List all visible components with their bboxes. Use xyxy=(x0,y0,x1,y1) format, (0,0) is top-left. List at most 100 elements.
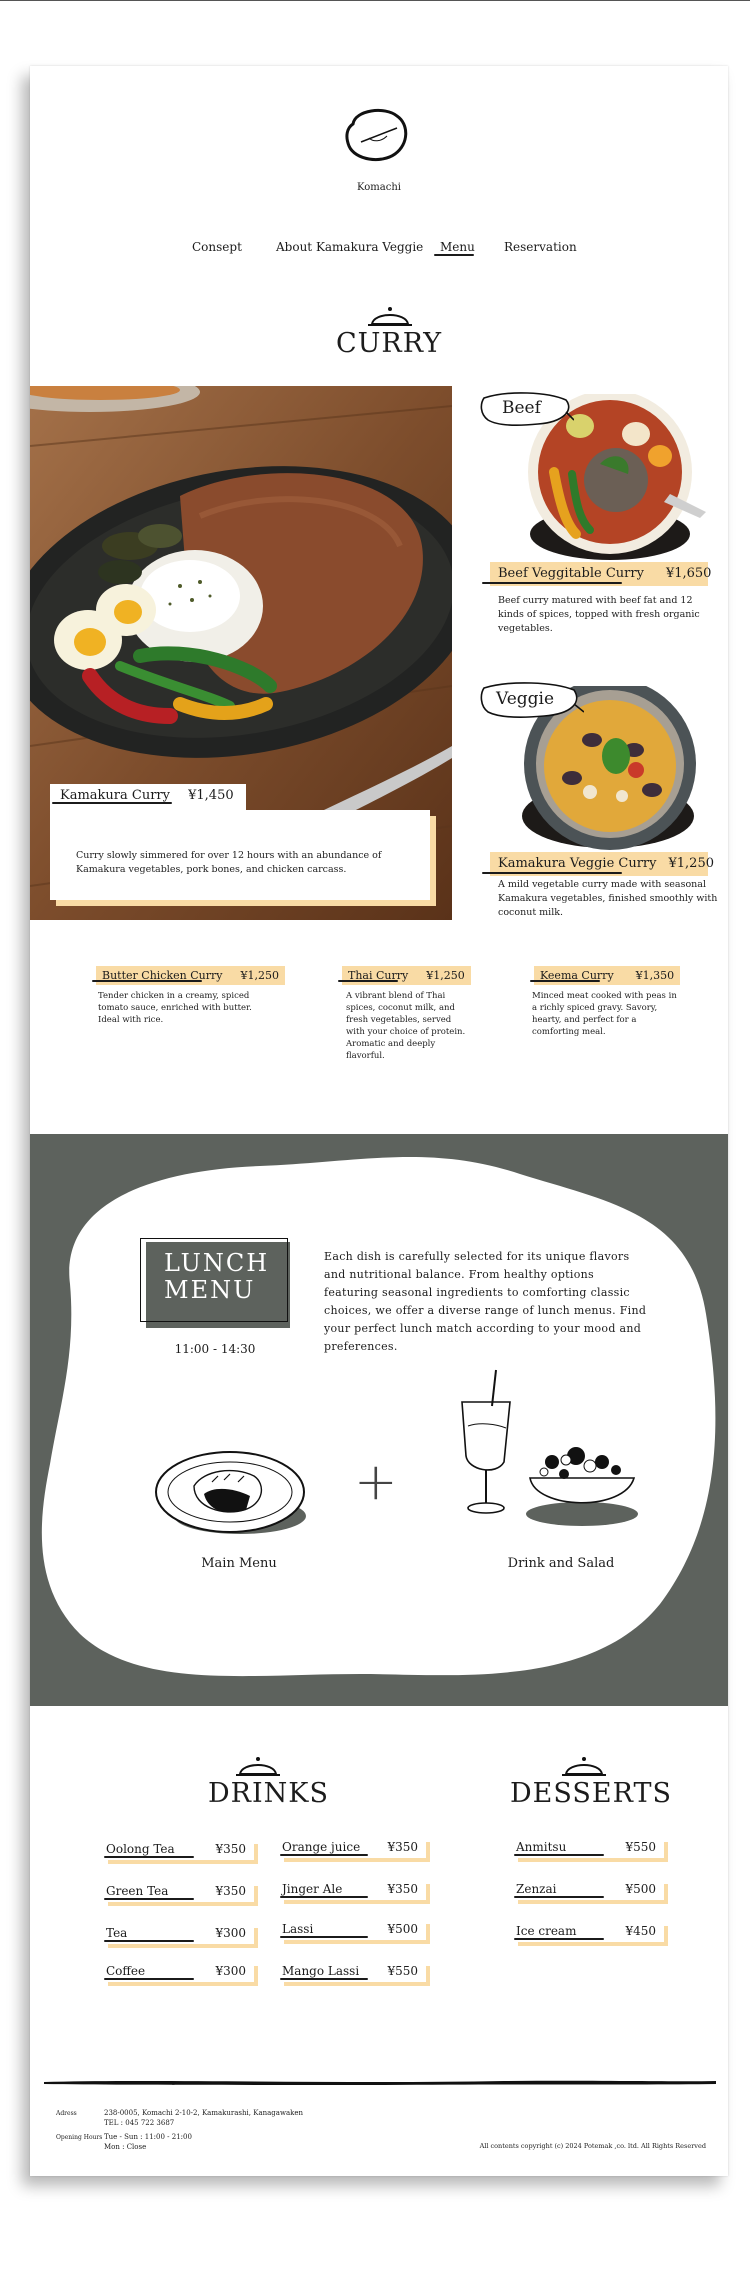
veggie-underline xyxy=(482,872,622,874)
nav-reservation[interactable]: Reservation xyxy=(504,240,577,254)
top-border xyxy=(0,0,750,1)
butter-chicken-description: Tender chicken in a creamy, spiced tomat… xyxy=(98,991,252,1025)
veggie-curry-description: A mild vegetable curry made with seasona… xyxy=(498,879,718,918)
brand-name: Komachi xyxy=(357,182,401,193)
hours-line2: Mon : Close xyxy=(104,2143,147,2151)
hours-line1: Tue - Sun : 11:00 - 21:00 xyxy=(104,2133,192,2141)
dessert-price: ¥450 xyxy=(625,1924,656,1938)
desserts-title: DESSERTS xyxy=(510,1778,671,1809)
featured-curry-name: Kamakura Curry xyxy=(60,788,170,803)
drink-name: Tea xyxy=(106,1926,128,1940)
drink-name: Coffee xyxy=(106,1964,146,1978)
beef-curry-description: Beef curry matured with beef fat and 12 … xyxy=(498,595,700,634)
nav-menu[interactable]: Menu xyxy=(440,240,475,254)
dessert-price: ¥500 xyxy=(625,1882,656,1896)
lunch-hours: 11:00 - 14:30 xyxy=(174,1342,256,1356)
drink-and-salad-sketch-icon xyxy=(461,1369,638,1526)
beef-tag-label: Beef xyxy=(502,398,541,418)
list-item: Oolong Tea ¥350 xyxy=(104,1840,258,1864)
list-item: Mango Lassi ¥550 xyxy=(280,1962,430,1986)
drink-name: Orange juice xyxy=(282,1840,361,1854)
thai-curry-price: ¥1,250 xyxy=(426,969,465,982)
nav-active-underline xyxy=(434,254,474,256)
drinks-title: DRINKS xyxy=(208,1778,328,1809)
thai-underline xyxy=(338,980,398,982)
logo-mark-icon xyxy=(345,108,408,162)
drink-price: ¥300 xyxy=(215,1964,246,1978)
drink-name: Mango Lassi xyxy=(282,1964,360,1978)
address-label: Adress xyxy=(56,2110,77,2117)
featured-name-tab: Kamakura Curry ¥1,450 xyxy=(50,784,246,810)
veggie-curry-price: ¥1,250 xyxy=(668,856,715,871)
drink-price: ¥500 xyxy=(387,1922,418,1936)
lunch-title-line2: MENU xyxy=(164,1276,256,1304)
thai-curry-description: A vibrant blend of Thai spices, coconut … xyxy=(346,991,466,1061)
list-item: Coffee ¥300 xyxy=(104,1962,258,1986)
drink-name: Lassi xyxy=(282,1922,314,1936)
page-frame: Komachi Consept About Kamakura Veggie Me… xyxy=(30,66,728,2176)
drink-price: ¥300 xyxy=(215,1926,246,1940)
drink-price: ¥350 xyxy=(215,1842,246,1856)
keema-curry-description: Minced meat cooked with peas in a richly… xyxy=(532,991,677,1037)
dessert-price: ¥550 xyxy=(625,1840,656,1854)
drink-name: Green Tea xyxy=(106,1884,169,1898)
drink-price: ¥550 xyxy=(387,1964,418,1978)
curry-title-text: CURRY xyxy=(335,328,443,359)
list-item: Orange juice ¥350 xyxy=(280,1838,430,1862)
list-item: Jinger Ale ¥350 xyxy=(280,1880,430,1904)
drink-name: Jinger Ale xyxy=(282,1882,343,1896)
address-line2: TEL : 045 722 3687 xyxy=(104,2119,175,2127)
drink-name: Oolong Tea xyxy=(106,1842,175,1856)
dessert-name: Ice cream xyxy=(516,1924,577,1938)
beef-underline xyxy=(482,582,622,584)
lunch-description: Each dish is carefully selected for its … xyxy=(324,1250,647,1353)
drinks-title-text: DRINKS xyxy=(208,1778,329,1809)
main-menu-label: Main Menu xyxy=(201,1556,277,1571)
featured-underline xyxy=(52,802,172,804)
featured-curry-price: ¥1,450 xyxy=(188,788,234,803)
hours: Tue - Sun : 11:00 - 21:00 Mon : Close xyxy=(104,2132,192,2152)
curry-plate-sketch-icon xyxy=(155,1451,306,1534)
address: 238-0005, Komachi 2-10-2, Kamakurashi, K… xyxy=(104,2108,303,2128)
drink-price: ¥350 xyxy=(215,1884,246,1898)
address-line1: 238-0005, Komachi 2-10-2, Kamakurashi, K… xyxy=(104,2109,304,2117)
keema-underline xyxy=(530,980,600,982)
lunch-title-line1: LUNCH xyxy=(164,1249,270,1277)
hours-label: Opening Hours xyxy=(56,2134,103,2141)
drink-price: ¥350 xyxy=(387,1882,418,1896)
dessert-name: Anmitsu xyxy=(516,1840,567,1854)
main-menu-illustration xyxy=(154,1436,314,1546)
nav-concept[interactable]: Consept xyxy=(192,240,242,254)
drink-salad-label: Drink and Salad xyxy=(507,1556,615,1571)
featured-curry-description: Curry slowly simmered for over 12 hours … xyxy=(76,850,382,875)
butter-chicken-price: ¥1,250 xyxy=(240,969,279,982)
butter-chicken-underline xyxy=(92,980,202,982)
list-item: Zenzai ¥500 xyxy=(514,1880,668,1904)
drink-salad-illustration xyxy=(456,1366,646,1526)
beef-curry-name: Beef Veggitable Curry xyxy=(498,566,644,581)
list-item: Ice cream ¥450 xyxy=(514,1922,668,1946)
cloche-icon xyxy=(562,1757,606,1776)
list-item: Lassi ¥500 xyxy=(280,1920,430,1944)
curry-title: CURRY xyxy=(334,328,444,359)
list-item: Tea ¥300 xyxy=(104,1924,258,1948)
footer-brush-divider xyxy=(44,2080,716,2085)
keema-curry-price: ¥1,350 xyxy=(635,969,675,982)
dessert-name: Zenzai xyxy=(516,1882,557,1896)
nav-about[interactable]: About Kamakura Veggie xyxy=(276,240,423,254)
brand-logo[interactable] xyxy=(339,106,419,168)
lunch-title: LUNCH MENU xyxy=(164,1250,269,1304)
veggie-tag: Veggie xyxy=(478,680,584,722)
cloche-icon xyxy=(368,307,412,326)
veggie-curry-name: Kamakura Veggie Curry xyxy=(498,856,657,871)
list-item: Anmitsu ¥550 xyxy=(514,1838,668,1862)
copyright: All contents copyright (c) 2024 Potemak … xyxy=(479,2142,706,2150)
desserts-title-text: DESSERTS xyxy=(510,1778,672,1809)
veggie-tag-label: Veggie xyxy=(496,689,555,709)
drink-price: ¥350 xyxy=(387,1840,418,1854)
plus-sign: + xyxy=(354,1452,398,1512)
list-item: Green Tea ¥350 xyxy=(104,1882,258,1906)
cloche-icon xyxy=(236,1757,280,1776)
beef-tag: Beef xyxy=(478,390,574,430)
beef-curry-price: ¥1,650 xyxy=(665,566,712,581)
